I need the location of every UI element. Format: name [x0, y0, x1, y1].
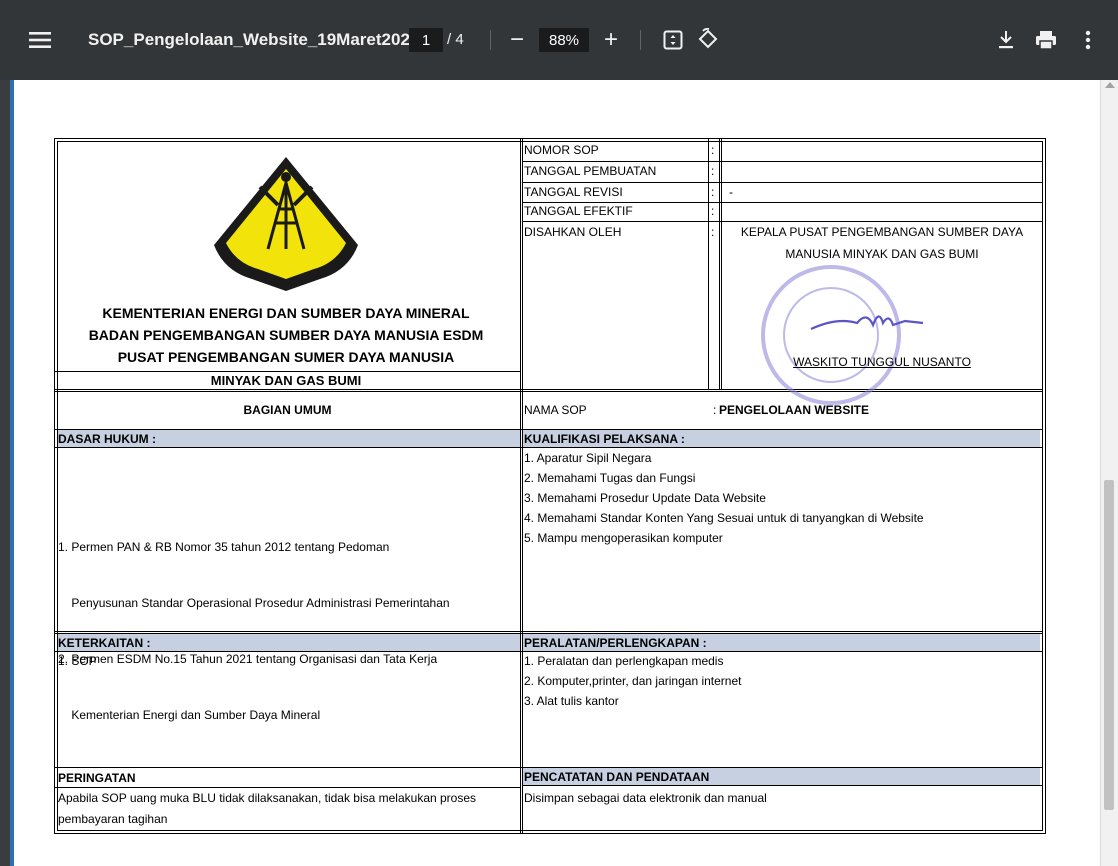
- peringatan-title: PERINGATAN: [58, 771, 136, 785]
- list-item: 2. Memahami Tugas dan Fungsi: [524, 471, 696, 485]
- list-item: 4. Memahami Standar Konten Yang Sesuai u…: [524, 511, 924, 525]
- peringatan-text: Apabila SOP uang muka BLU tidak dilaksan…: [58, 791, 477, 805]
- list-item: 1. Permen PAN & RB Nomor 35 tahun 2012 t…: [58, 540, 390, 554]
- document-title: SOP_Pengelolaan_Website_19Maret202...: [88, 30, 425, 49]
- nama-sop-label: NAMA SOP: [524, 403, 587, 417]
- nama-sop-value: PENGELOLAAN WEBSITE: [719, 403, 870, 417]
- kualifikasi-title: KUALIFIKASI PELAKSANA :: [524, 432, 685, 446]
- list-item: 1. Peralatan dan perlengkapan medis: [524, 654, 724, 668]
- pencatatan-text: Disimpan sebagai data elektronik dan man…: [524, 791, 767, 805]
- zoom-level-input[interactable]: 88%: [539, 28, 589, 52]
- org-name-line: PUSAT PENGEMBANGAN SUMER DAYA MANUSIA: [117, 349, 455, 365]
- pencatatan-title: PENCATATAN DAN PENDATAAN: [524, 770, 710, 784]
- colon: :: [713, 403, 717, 417]
- list-item: 3. Alat tulis kantor: [524, 694, 619, 708]
- row-divider: [522, 221, 1043, 222]
- esdm-logo: [208, 153, 364, 293]
- col-divider: [520, 139, 521, 833]
- row-divider: [55, 371, 520, 372]
- more-options-icon[interactable]: [1078, 27, 1098, 53]
- row-divider: [55, 787, 520, 788]
- toolbar-divider: [490, 30, 491, 50]
- row-divider: [55, 391, 1043, 392]
- approver-title: KEPALA PUSAT PENGEMBANGAN SUMBER DAYA: [740, 225, 1024, 239]
- row-divider: [522, 202, 1043, 203]
- pdf-toolbar: SOP_Pengelolaan_Website_19Maret202... 1 …: [0, 0, 1118, 80]
- zoom-in-button[interactable]: +: [599, 26, 623, 54]
- scroll-up-arrow-icon[interactable]: [1105, 82, 1115, 88]
- col-divider: [522, 139, 523, 833]
- signature: [807, 301, 927, 341]
- col-divider: [719, 139, 720, 389]
- bagian-label: BAGIAN UMUM: [243, 403, 332, 417]
- tanggal-revisi-value: -: [729, 185, 733, 199]
- sop-table: KEMENTERIAN ENERGI DAN SUMBER DAYA MINER…: [54, 138, 1046, 834]
- label-tanggal-pembuatan: TANGGAL PEMBUATAN: [524, 164, 657, 178]
- row-divider: [522, 161, 1043, 162]
- col-divider: [721, 139, 722, 389]
- list-item: Penyusunan Standar Operasional Prosedur …: [58, 596, 450, 610]
- label-tanggal-revisi: TANGGAL REVISI: [524, 185, 623, 199]
- pdf-page: KEMENTERIAN ENERGI DAN SUMBER DAYA MINER…: [14, 80, 1100, 866]
- download-icon[interactable]: [994, 27, 1018, 53]
- colon: :: [711, 164, 715, 178]
- colon: :: [711, 143, 715, 157]
- row-divider: [522, 785, 1043, 786]
- page-total: / 4: [447, 31, 464, 48]
- approver-title: MANUSIA MINYAK DAN GAS BUMI: [785, 247, 979, 261]
- keterkaitan-list: 1. SOP: [58, 651, 97, 671]
- row-divider: [522, 182, 1043, 183]
- col-divider: [708, 139, 709, 389]
- list-item: 2. Permen ESDM No.15 Tahun 2021 tentang …: [58, 652, 438, 666]
- dasar-hukum-list: 1. Permen PAN & RB Nomor 35 tahun 2012 t…: [58, 501, 450, 761]
- colon: :: [711, 225, 715, 239]
- peralatan-title: PERALATAN/PERLENGKAPAN :: [524, 636, 707, 650]
- label-tanggal-efektif: TANGGAL EFEKTIF: [524, 204, 633, 218]
- label-disahkan-oleh: DISAHKAN OLEH: [524, 225, 622, 239]
- peringatan-text: pembayaran tagihan: [58, 812, 168, 826]
- org-name-line: BADAN PENGEMBANGAN SUMBER DAYA MANUSIA E…: [88, 327, 484, 343]
- vertical-scrollbar[interactable]: [1100, 80, 1118, 866]
- list-item: 5. Mampu mengoperasikan komputer: [524, 531, 723, 545]
- scrollbar-thumb[interactable]: [1104, 480, 1114, 810]
- colon: :: [711, 204, 715, 218]
- org-name-line: MINYAK DAN GAS BUMI: [210, 373, 362, 388]
- org-name-line: KEMENTERIAN ENERGI DAN SUMBER DAYA MINER…: [102, 305, 470, 321]
- list-item: Kementerian Energi dan Sumber Daya Miner…: [58, 708, 321, 722]
- zoom-out-button[interactable]: −: [505, 26, 529, 54]
- approver-name: WASKITO TUNGGUL NUSANTO: [793, 355, 971, 369]
- menu-icon[interactable]: [26, 26, 54, 54]
- list-item: 1. SOP: [58, 654, 97, 668]
- keterkaitan-title: KETERKAITAN :: [58, 636, 151, 650]
- fit-to-page-icon[interactable]: [660, 27, 686, 53]
- dasar-hukum-title: DASAR HUKUM :: [58, 432, 156, 446]
- row-divider: [55, 389, 1043, 390]
- peralatan-list: 1. Peralatan dan perlengkapan medis 2. K…: [524, 651, 741, 711]
- colon: :: [711, 185, 715, 199]
- rotate-icon[interactable]: [694, 25, 722, 53]
- viewer-left-edge: [0, 80, 10, 866]
- label-nomor-sop: NOMOR SOP: [524, 143, 599, 157]
- page-number-input[interactable]: 1: [409, 28, 443, 52]
- list-item: 2. Komputer,printer, dan jaringan intern…: [524, 674, 742, 688]
- list-item: 3. Memahami Prosedur Update Data Website: [524, 491, 766, 505]
- toolbar-divider: [640, 30, 641, 50]
- kualifikasi-list: 1. Aparatur Sipil Negara 2. Memahami Tug…: [524, 448, 924, 548]
- print-icon[interactable]: [1034, 27, 1058, 53]
- list-item: 1. Aparatur Sipil Negara: [524, 451, 652, 465]
